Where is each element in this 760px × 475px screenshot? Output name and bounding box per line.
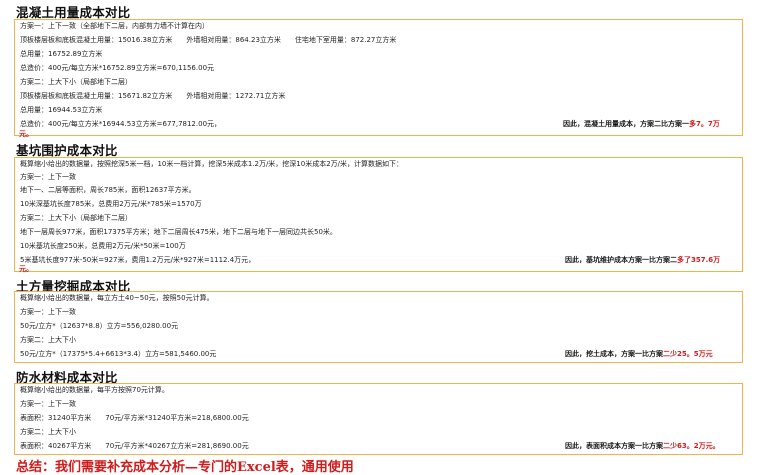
- excavation-line: 10米深基坑长度785米，总费用2万元/米*785米=1570万: [20, 200, 202, 208]
- earthwork-line: 50元/立方*（12637*8.8）立方=556,0280.00元: [20, 322, 179, 330]
- conclusion-highlight: 二少25。5万元: [663, 350, 713, 358]
- concrete-conclusion: 因此，混凝土用量成本，方案二比方案一多7。7万: [563, 120, 720, 129]
- concrete-line: 总造价：400元/每立方米*16944.53立方米=677,7812.00元，: [20, 120, 222, 128]
- excavation-line: 地下一层周长977米，面积17375平方米；地下二层周长475米，地下二层与地下…: [20, 228, 337, 236]
- waterproof-line: 方案一：上下一致: [20, 400, 76, 408]
- conclusion-highlight: 多了357.6万: [677, 256, 721, 264]
- excavation-line: 10米基坑长度250米，总费用2万元/米*50米=100万: [20, 242, 186, 250]
- conclusion-text: 因此，挖土成本，方案一比方案: [565, 350, 663, 358]
- excavation-support-box: 概算缩小给出的数据量，按照挖深5米一档，10米一档计算，挖深5米成本1.2万/米…: [14, 157, 743, 272]
- concrete-line: 方案二：上大下小（局部地下二层）: [20, 78, 132, 86]
- concrete-line: 顶板楼层板和底板混凝土用量：15016.38立方米 外墙相对用量：864.23立…: [20, 36, 397, 44]
- earthwork-line: 方案二：上大下小: [20, 336, 76, 344]
- waterproof-line: 表面积：40267平方米 70元/平方米*40267立方米=281,8690.0…: [20, 442, 249, 450]
- excavation-line: 方案二：上大下小（局部地下二层）: [20, 214, 132, 222]
- earthwork-line: 50元/立方*（17375*5.4+6613*3.4）立方=581,5460.0…: [20, 350, 217, 358]
- summary-text: 总结：我们需要补充成本分析—专门的Excel表，通用使用: [16, 460, 354, 475]
- waterproof-conclusion: 因此，表面积成本方案一比方案二少63。2万元。: [565, 442, 720, 451]
- concrete-line: 顶板楼层板和底板混凝土用量：15671.82立方米 外墙相对用量：1272.71…: [20, 92, 286, 100]
- conclusion-text: 因此，基坑维护成本方案一比方案二: [565, 256, 677, 264]
- excavation-line: 5米基坑长度977米-50米=927米，费用1.2万元/米*927米=1112.…: [20, 256, 256, 264]
- conclusion-text: 因此，混凝土用量成本，方案二比方案一: [563, 120, 689, 128]
- concrete-line: 总用量：16752.89立方米: [20, 50, 103, 58]
- excavation-conclusion: 因此，基坑维护成本方案一比方案二多了357.6万: [565, 256, 720, 265]
- waterproof-line: 方案二：上大下小: [20, 428, 76, 436]
- earthwork-line: 方案一：上下一致: [20, 308, 76, 316]
- concrete-box: 方案一：上下一致（全部地下二层，内部剪力墙不计算在内） 顶板楼层板和底板混凝土用…: [14, 19, 743, 136]
- concrete-line: 总造价：400元/每立方米*16752.89立方米=670,1156.00元: [20, 64, 215, 72]
- concrete-line: 方案一：上下一致（全部地下二层，内部剪力墙不计算在内）: [20, 22, 209, 30]
- earthwork-box: 概算缩小给出的数据量，每立方土40~50元，按照50元计算。 方案一：上下一致 …: [14, 291, 743, 363]
- earthwork-conclusion: 因此，挖土成本，方案一比方案二少25。5万元: [565, 350, 713, 359]
- waterproof-box: 概算缩小给出的数据量，每平方按照70元计算。 方案一：上下一致 表面积：3124…: [14, 383, 743, 455]
- waterproof-line: 表面积：31240平方米 70元/平方米*31240平方米=218,6800.0…: [20, 414, 249, 422]
- excavation-line: 概算缩小给出的数据量，按照挖深5米一档，10米一档计算，挖深5米成本1.2万/米…: [20, 160, 404, 168]
- conclusion-highlight: 二少63。2万元。: [663, 442, 720, 450]
- conclusion-text: 因此，表面积成本方案一比方案: [565, 442, 663, 450]
- excavation-line: 地下一、二层等面积，周长785米，面积12637平方米。: [20, 186, 196, 194]
- earthwork-line: 概算缩小给出的数据量，每立方土40~50元，按照50元计算。: [20, 294, 214, 302]
- waterproof-line: 概算缩小给出的数据量，每平方按照70元计算。: [20, 386, 169, 394]
- concrete-line: 总用量：16944.53立方米: [20, 106, 103, 114]
- excavation-conclusion-wrap: 元。: [19, 265, 33, 273]
- concrete-conclusion-wrap: 元。: [19, 130, 33, 138]
- excavation-line: 方案一：上下一致: [20, 173, 76, 181]
- conclusion-highlight: 多7。7万: [689, 120, 720, 128]
